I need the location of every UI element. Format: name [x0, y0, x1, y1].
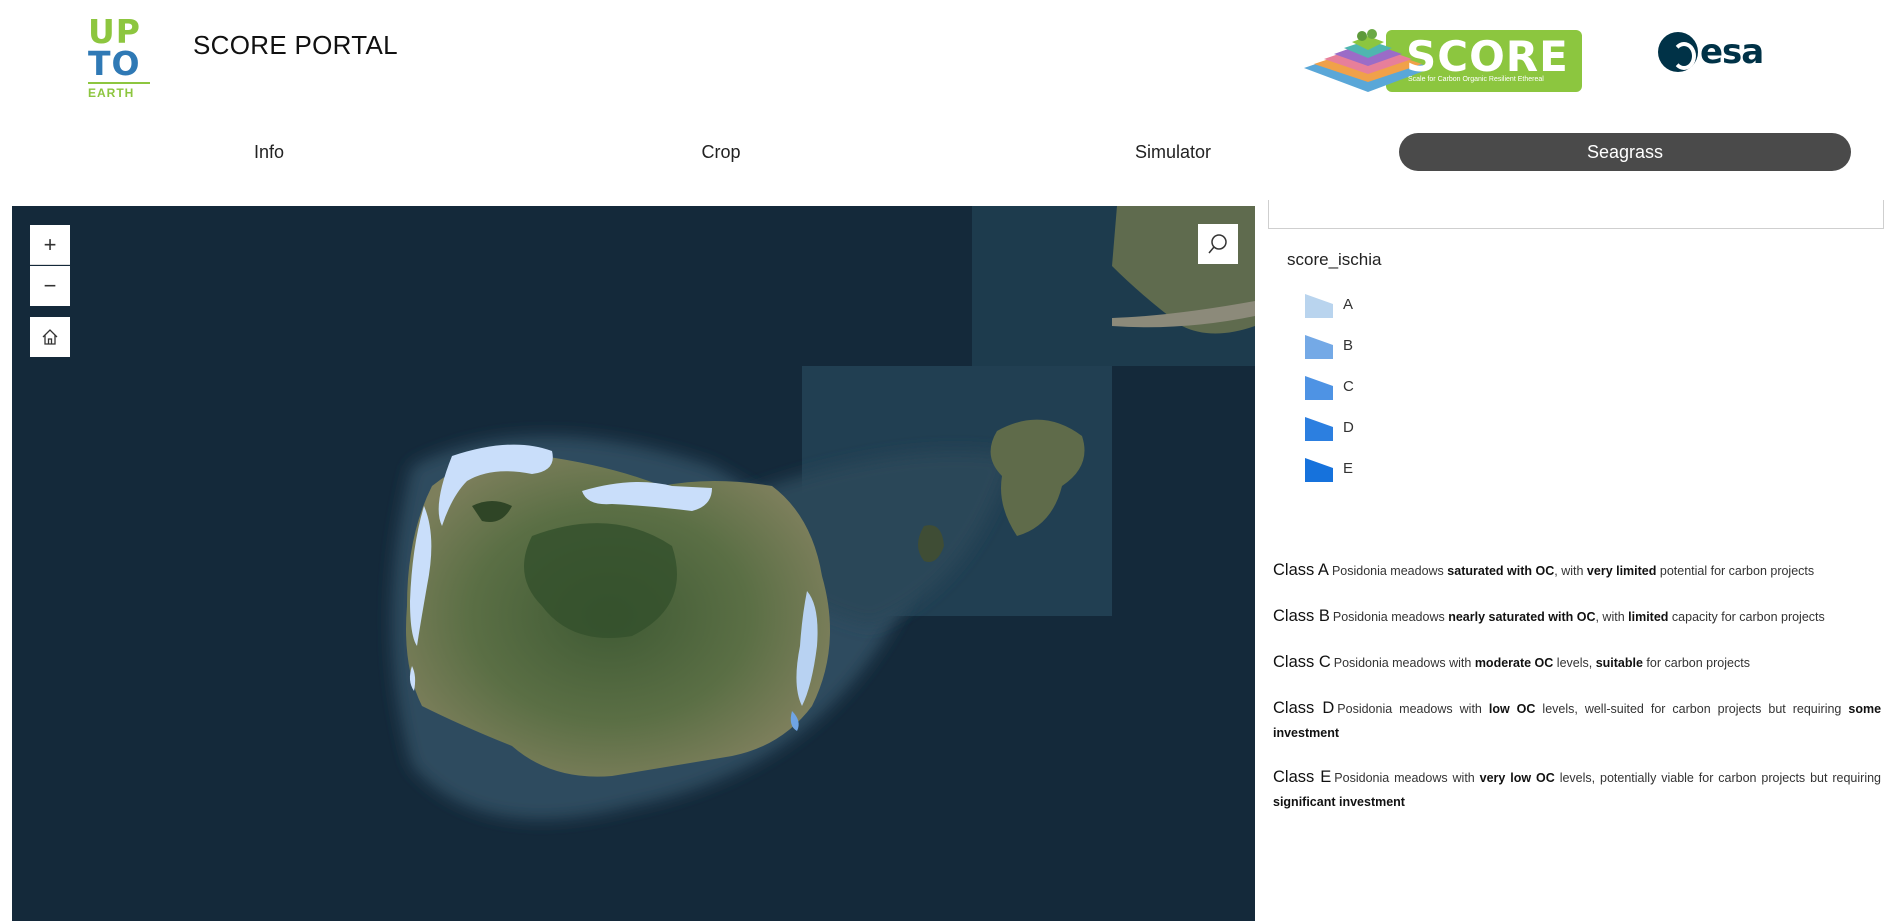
legend-swatch	[1305, 376, 1333, 400]
class-name: Class C	[1273, 653, 1331, 671]
esa-mark-icon	[1658, 32, 1698, 72]
legend-item-a: A	[1305, 290, 1353, 318]
legend-panel: score_ischia A B C D E Class A Posidonia …	[1268, 200, 1884, 921]
main-nav: Info Crop Simulator Seagrass	[0, 133, 1891, 171]
tab-crop[interactable]: Crop	[495, 133, 947, 171]
layer-name: score_ischia	[1287, 250, 1382, 269]
zoom-in-button[interactable]: +	[30, 225, 70, 265]
legend-swatch	[1305, 417, 1333, 441]
logo-text-to: TO	[88, 44, 141, 83]
esa-logo-text: esa	[1700, 32, 1764, 72]
search-icon	[1208, 234, 1227, 254]
class-description-c: Class C Posidonia meadows with moderate O…	[1273, 653, 1750, 671]
legend-item-b: B	[1305, 331, 1353, 359]
legend-label: D	[1343, 418, 1354, 436]
map-view[interactable]: + −	[12, 206, 1255, 921]
class-description-e: Class E Posidonia meadows with very low O…	[1273, 768, 1882, 809]
logo-text-earth: EARTH	[88, 82, 150, 100]
class-name: Class D	[1273, 699, 1335, 717]
legend-swatch	[1305, 335, 1333, 359]
panel-header-box	[1268, 200, 1884, 229]
legend-label: E	[1343, 459, 1354, 477]
tab-simulator[interactable]: Simulator	[947, 133, 1399, 171]
tab-seagrass[interactable]: Seagrass	[1399, 133, 1851, 171]
legend-swatch	[1305, 458, 1333, 482]
legend-item-c: C	[1305, 372, 1354, 400]
satellite-imagery	[12, 206, 1255, 921]
up-to-earth-logo: UP TO EARTH	[88, 15, 150, 102]
legend-label: C	[1343, 377, 1354, 395]
home-button[interactable]	[30, 317, 70, 357]
header: UP TO EARTH SCORE PORTAL SCORE Scale for…	[0, 0, 1891, 110]
class-description-b: Class B Posidonia meadows nearly saturate…	[1273, 607, 1825, 625]
class-description-a: Class A Posidonia meadows saturated with …	[1273, 561, 1815, 579]
class-name: Class B	[1273, 607, 1330, 625]
legend-swatch	[1305, 294, 1333, 318]
zoom-out-button[interactable]: −	[30, 266, 70, 306]
class-name: Class E	[1273, 768, 1332, 786]
tab-info[interactable]: Info	[43, 133, 495, 171]
legend-label: B	[1343, 336, 1354, 354]
class-description-d: Class D Posidonia meadows with low OC lev…	[1273, 699, 1882, 740]
score-logo-text: SCORE	[1406, 32, 1569, 81]
class-name: Class A	[1273, 561, 1329, 579]
score-logo: SCORE Scale for Carbon Organic Resilient…	[1296, 16, 1582, 92]
esa-logo: esa	[1658, 32, 1764, 72]
legend-label: A	[1343, 295, 1354, 313]
legend-item-d: D	[1305, 413, 1354, 441]
legend-item-e: E	[1305, 454, 1353, 482]
score-logo-tagline: Scale for Carbon Organic Resilient Ether…	[1408, 76, 1544, 83]
search-button[interactable]	[1198, 224, 1238, 264]
home-icon	[42, 329, 58, 345]
page-title: SCORE PORTAL	[193, 30, 398, 60]
